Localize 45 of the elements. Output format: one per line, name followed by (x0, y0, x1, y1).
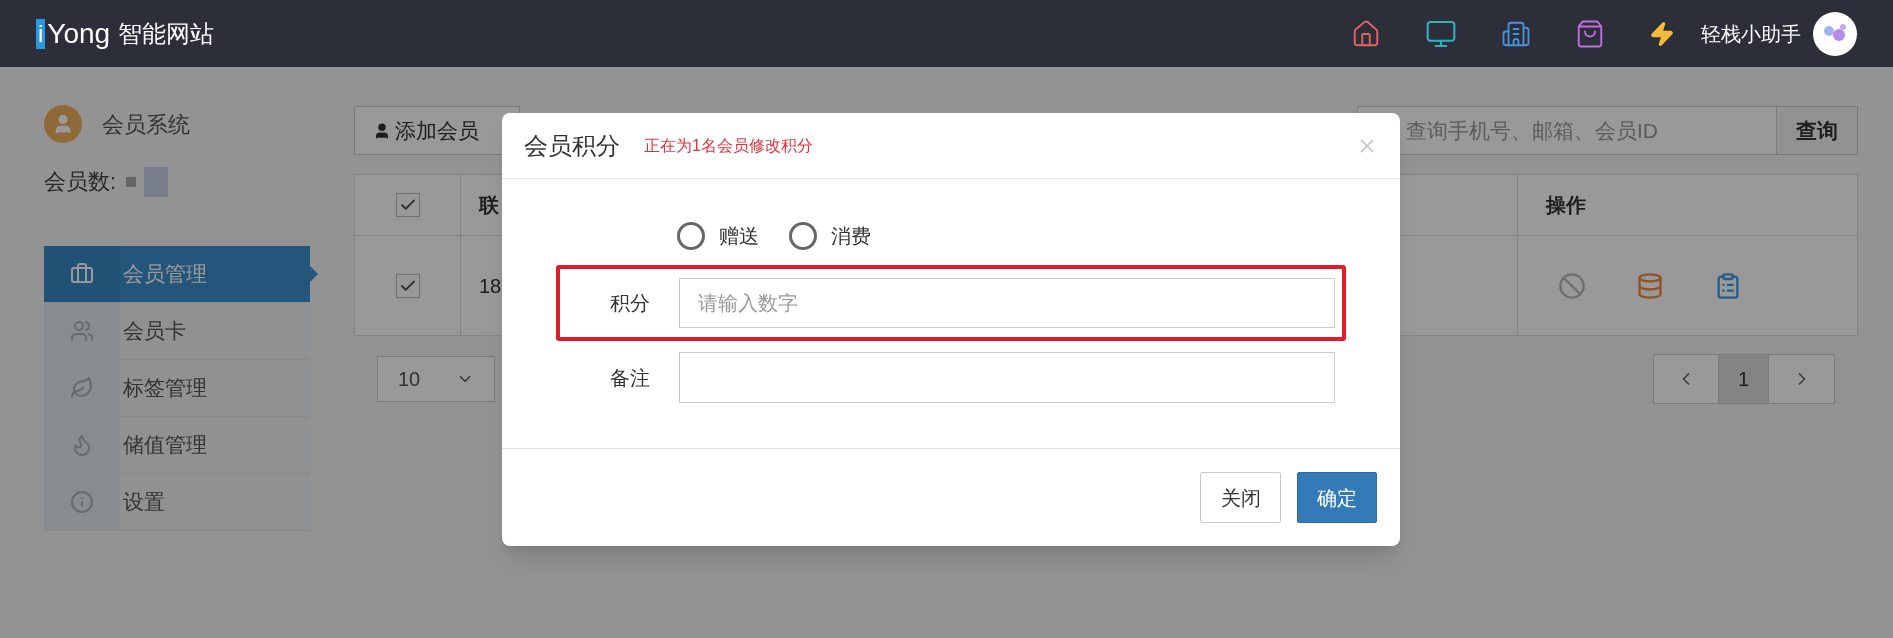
search-button[interactable]: 查询 (1777, 106, 1858, 155)
info-icon (70, 490, 94, 514)
points-field[interactable]: 请输入数字 (679, 278, 1335, 328)
radio-button[interactable] (677, 222, 705, 250)
member-count-label: 会员数: (44, 168, 117, 196)
note-field[interactable] (679, 352, 1335, 403)
checkbox[interactable] (395, 193, 420, 217)
user-name[interactable]: 轻栈小助手 (1701, 18, 1801, 49)
coins-icon[interactable] (1636, 271, 1664, 300)
sidebar-item[interactable]: 会员卡 (44, 303, 310, 360)
sidebar-item[interactable]: 标签管理 (44, 360, 310, 417)
logo-mark: i (36, 18, 46, 49)
dialog-subtitle: 正在为1名会员修改积分 (644, 135, 813, 156)
dialog-title: 会员积分 (524, 130, 620, 161)
site-name: 智能网站 (118, 18, 215, 49)
add-member-button[interactable]: 添加会员 (354, 106, 520, 155)
field-label: 积分 (610, 291, 651, 316)
lightning-icon[interactable] (1649, 20, 1675, 47)
confirm-button[interactable]: 确定 (1297, 472, 1377, 523)
radio-button[interactable] (789, 222, 817, 250)
radio-label: 赠送 (719, 224, 759, 249)
page-size-select[interactable]: 10 (377, 356, 495, 402)
people-icon (70, 319, 94, 343)
sidebar-item[interactable]: 储值管理 (44, 417, 310, 474)
sidebar-title: 会员系统 (102, 110, 190, 139)
user-icon (373, 121, 391, 140)
column-header: 操作 (1546, 193, 1586, 218)
close-button[interactable]: 关闭 (1200, 472, 1281, 523)
home-icon[interactable] (1351, 18, 1381, 49)
pixelated-mark (126, 166, 169, 197)
field-label: 备注 (610, 365, 651, 391)
active-pointer (310, 266, 318, 282)
page-button[interactable]: 1 (1719, 355, 1769, 403)
search-field[interactable]: 查询手机号、邮箱、会员ID (1357, 106, 1777, 155)
leaf-icon (70, 376, 94, 400)
avatar-icon (44, 105, 82, 143)
radio-label: 消费 (831, 224, 871, 249)
sidebar-item[interactable]: 设置 (44, 474, 310, 531)
logo-text: Yong (47, 16, 111, 51)
checkbox[interactable] (395, 273, 420, 298)
avatar[interactable] (1813, 11, 1857, 56)
briefcase-icon (70, 262, 94, 286)
bag-icon[interactable] (1575, 18, 1605, 49)
column-header: 联 (479, 193, 499, 218)
table-cell-text: 18 (479, 273, 502, 299)
